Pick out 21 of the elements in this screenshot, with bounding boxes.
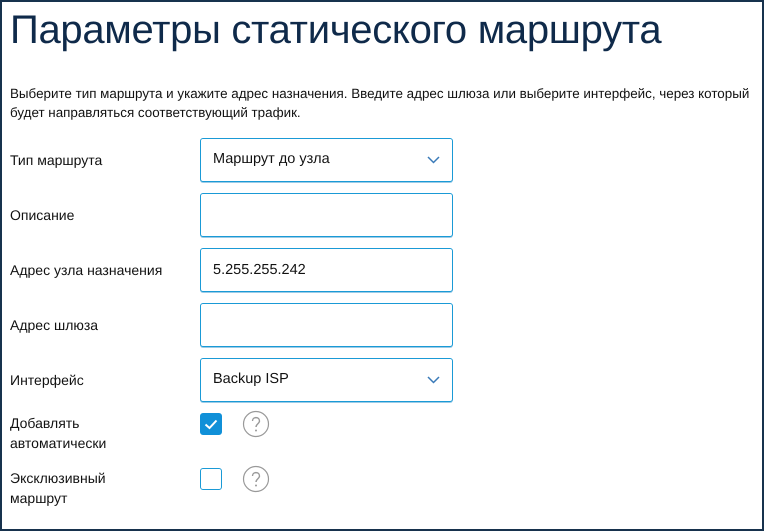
chevron-down-icon	[427, 156, 440, 164]
checkbox[interactable]	[200, 468, 222, 490]
field-label: Описание	[10, 206, 76, 225]
field-label: Добавлять автоматически	[10, 414, 108, 453]
text-input-field[interactable]	[200, 193, 453, 237]
field-label: Эксклюзивный маршрут	[10, 469, 107, 508]
page-title: Параметры статического маршрута	[10, 7, 663, 54]
checkmark-icon	[204, 418, 218, 430]
field-label: Тип маршрута	[10, 151, 104, 170]
text-input-field[interactable]	[200, 303, 453, 347]
description-text: Выберите тип маршрута и укажите адрес назначения. Введите адрес шлюза или выберите интерфейс, через который будет направляться соответствующий трафик.	[10, 85, 750, 122]
dropdown-select[interactable]: Backup ISP	[200, 358, 453, 402]
checkbox[interactable]	[200, 413, 222, 435]
field-label: Адрес узла назначения	[10, 261, 164, 280]
help-icon[interactable]	[242, 465, 270, 493]
chevron-down-icon	[427, 376, 440, 384]
help-icon[interactable]	[242, 410, 270, 438]
dropdown-select[interactable]: Маршрут до узла	[200, 138, 453, 182]
field-label: Интерфейс	[10, 371, 85, 390]
text-input-field[interactable]: 5.255.255.242	[200, 248, 453, 292]
field-label: Адрес шлюза	[10, 316, 100, 335]
